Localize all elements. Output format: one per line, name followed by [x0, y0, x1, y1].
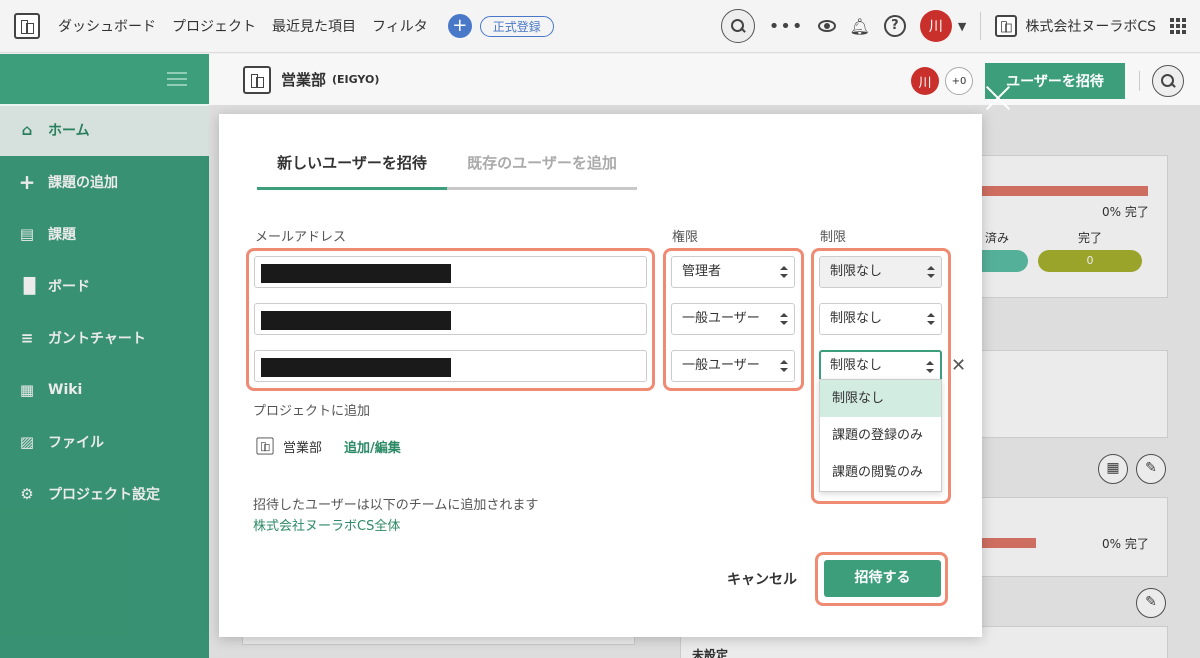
- add-to-project-label: プロジェクトに追加: [253, 404, 371, 419]
- close-icon[interactable]: [984, 84, 1012, 112]
- help-icon[interactable]: ?: [883, 15, 906, 37]
- building-icon: [256, 437, 274, 455]
- team-note: 招待したユーザーは以下のチームに追加されます: [253, 498, 539, 513]
- team-link[interactable]: 株式会社ヌーラボCS全体: [253, 515, 400, 534]
- extra-members-badge[interactable]: +0: [945, 67, 973, 95]
- hamburger-icon[interactable]: [167, 72, 187, 86]
- project-row: 営業部 追加/編集: [255, 436, 401, 456]
- invite-submit-button[interactable]: 招待する: [824, 560, 941, 597]
- building-icon: [995, 15, 1018, 37]
- search-icon[interactable]: [720, 9, 755, 43]
- search-icon[interactable]: [1152, 65, 1184, 97]
- tab-invite-new-user[interactable]: 新しいユーザーを招待: [257, 152, 447, 190]
- nav-dashboard[interactable]: ダッシュボード: [58, 16, 156, 36]
- tab-add-existing-user[interactable]: 既存のユーザーを追加: [447, 152, 637, 190]
- nav-projects[interactable]: プロジェクト: [172, 16, 256, 36]
- watch-icon[interactable]: [817, 20, 836, 32]
- space-logo-icon[interactable]: [14, 13, 40, 39]
- project-key: (EIGYO): [332, 73, 380, 86]
- highlight-restriction-fields: [811, 248, 951, 504]
- register-button[interactable]: 正式登録: [479, 15, 554, 37]
- highlight-email-fields: [246, 248, 655, 391]
- divider: [1139, 71, 1140, 91]
- bell-icon[interactable]: 🔔︎: [850, 17, 870, 36]
- remove-row-icon[interactable]: ✕: [951, 355, 966, 376]
- project-icon: [243, 65, 271, 94]
- project-name[interactable]: 営業部: [281, 69, 326, 90]
- user-avatar[interactable]: 川: [919, 10, 952, 42]
- apps-grid-icon[interactable]: [1170, 18, 1186, 34]
- invite-user-modal: 新しいユーザーを招待 既存のユーザーを追加 メールアドレス 権限 制限 管理者 …: [219, 114, 982, 637]
- nav-recent[interactable]: 最近見た項目: [272, 16, 356, 36]
- project-name: 営業部: [283, 440, 323, 456]
- top-nav: ダッシュボード プロジェクト 最近見た項目 フィルタ: [58, 16, 428, 36]
- add-edit-link[interactable]: 追加/編集: [344, 437, 401, 456]
- company-name: 株式会社ヌーラボCS: [1025, 19, 1156, 35]
- divider: [980, 12, 982, 40]
- more-icon[interactable]: •••: [769, 16, 804, 37]
- cancel-button[interactable]: キャンセル: [727, 569, 797, 589]
- top-bar: ダッシュボード プロジェクト 最近見た項目 フィルタ + 正式登録 ••• 🔔︎…: [0, 0, 1200, 53]
- company-switcher[interactable]: 株式会社ヌーラボCS: [995, 15, 1156, 37]
- restriction-column-label: 制限: [820, 230, 847, 245]
- email-column-label: メールアドレス: [255, 230, 347, 245]
- role-column-label: 権限: [672, 230, 699, 245]
- add-plus-icon[interactable]: +: [447, 14, 472, 38]
- project-header: 営業部 (EIGYO) 川 +0 ユーザーを招待: [209, 54, 1200, 106]
- nav-filter[interactable]: フィルタ: [372, 16, 428, 36]
- member-avatar[interactable]: 川: [911, 67, 939, 95]
- modal-tabs: 新しいユーザーを招待 既存のユーザーを追加: [257, 152, 637, 190]
- highlight-role-fields: [663, 248, 804, 391]
- chevron-down-icon[interactable]: ▼: [958, 20, 966, 33]
